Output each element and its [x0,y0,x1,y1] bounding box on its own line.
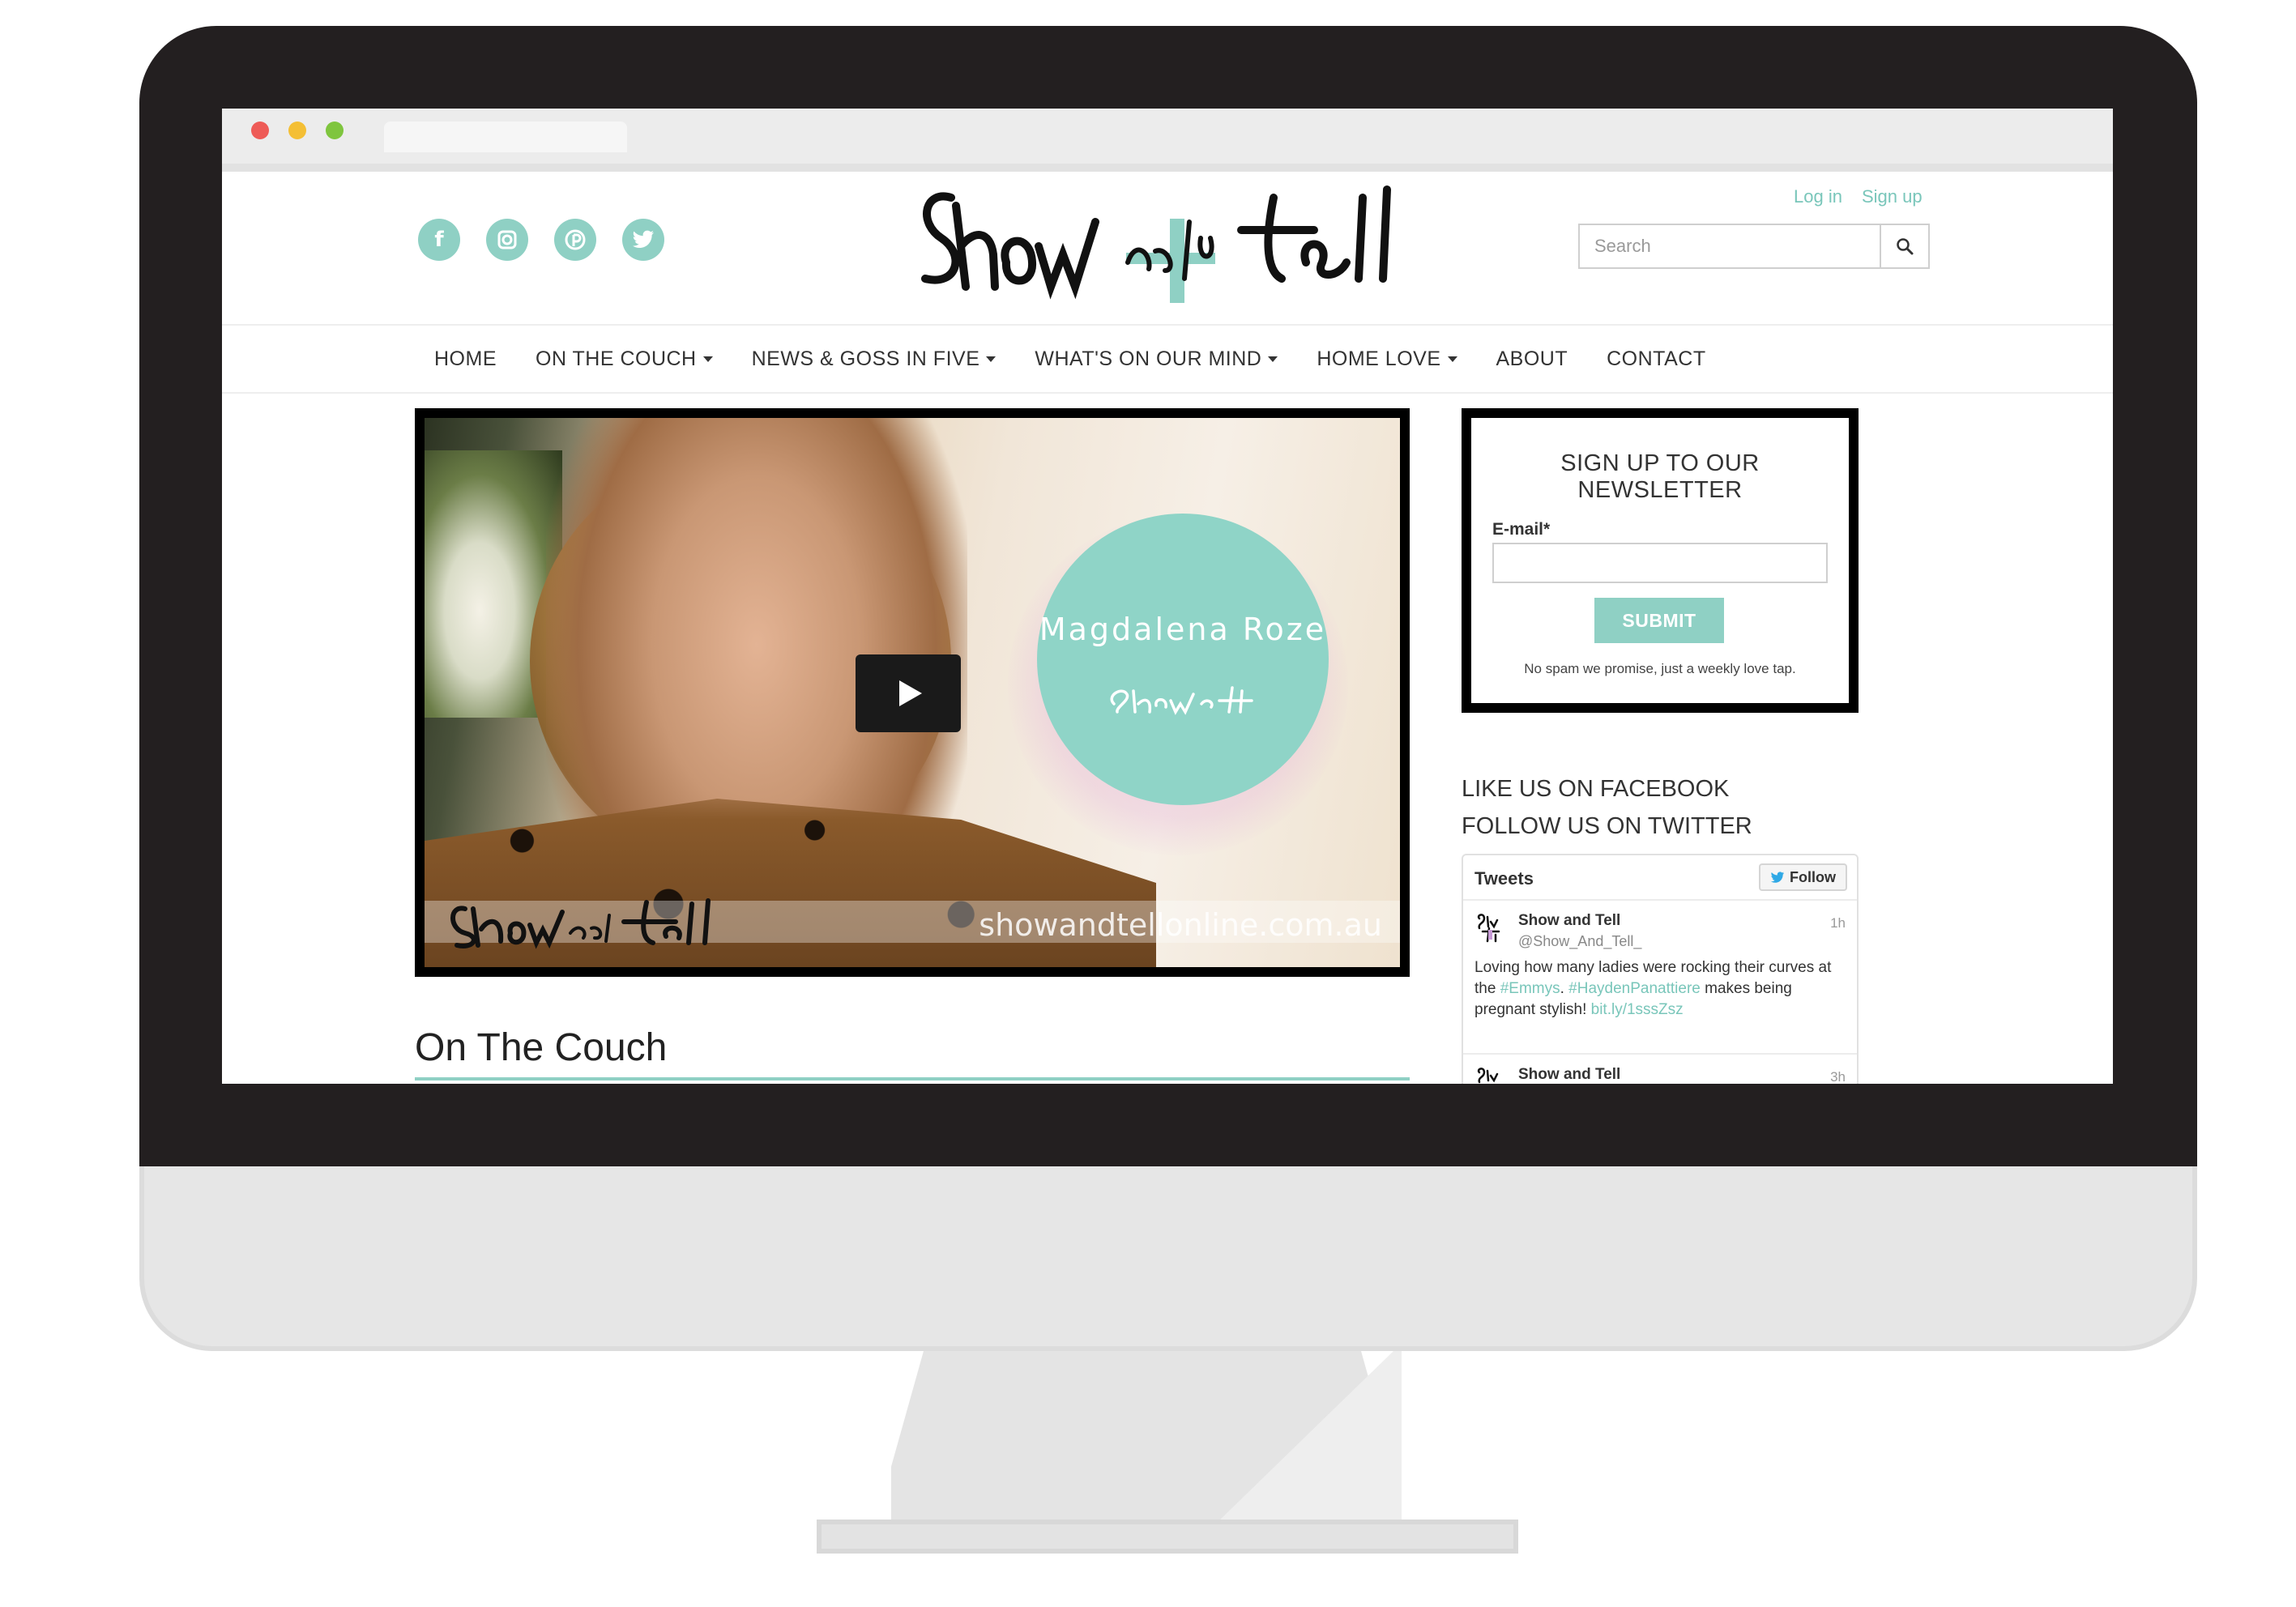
email-field[interactable] [1492,543,1828,583]
signup-link[interactable]: Sign up [1862,186,1923,207]
twitter-widget: Tweets Follow Show and Tell @Show_And_Te… [1462,854,1859,1084]
video-watermark-logo [450,898,711,949]
twitter-widget-title: Tweets [1474,868,1534,889]
tweet-handle[interactable]: @Show_And_Tell_ [1518,933,1641,950]
guest-badge: Magdalena Roze [1037,514,1329,805]
newsletter-title-line1: SIGN UP TO OUR [1560,450,1760,476]
nav-item-label: ABOUT [1496,347,1568,370]
twitter-bird-glyph [633,230,654,248]
nav-list: HOME ON THE COUCH NEWS & GOSS IN FIVE WH… [434,326,1706,392]
newsletter-title-line2: NEWSLETTER [1577,477,1743,503]
hashtag-link[interactable]: #HaydenPanattiere [1568,980,1701,997]
nav-item-label: WHAT'S ON OUR MIND [1035,347,1262,370]
monitor-base [817,1520,1518,1554]
nav-item-news-goss[interactable]: NEWS & GOSS IN FIVE [752,347,996,371]
tweet-item[interactable]: Show and Tell @Show_And_Tell_ 1h Loving … [1463,901,1857,1055]
play-icon [899,680,922,706]
newsletter-note: No spam we promise, just a weekly love t… [1524,661,1796,676]
nav-item-home-love[interactable]: HOME LOVE [1317,347,1457,371]
play-button[interactable] [856,654,961,732]
pinterest-icon[interactable] [554,219,596,261]
instagram-glyph [497,230,517,249]
twitter-icon[interactable] [622,219,664,261]
tweet-time[interactable]: 1h [1830,915,1846,931]
search-icon [1897,238,1914,255]
maximize-window-button[interactable] [326,121,344,139]
tweet-author[interactable]: Show and Tell [1518,1066,1620,1084]
search-input[interactable] [1580,225,1880,267]
pinterest-glyph [565,229,586,250]
nav-item-label: NEWS & GOSS IN FIVE [751,347,980,370]
avatar [1477,1068,1499,1084]
submit-button[interactable]: SUBMIT [1594,598,1724,643]
minimize-window-button[interactable] [288,121,306,139]
close-window-button[interactable] [251,121,269,139]
section-divider [415,1077,1410,1081]
browser-tab[interactable] [384,121,627,152]
chevron-down-icon [1447,356,1457,362]
nav-item-whats-on-our-mind[interactable]: WHAT'S ON OUR MIND [1035,347,1278,371]
tweet-item[interactable]: Show and Tell 3h [1463,1055,1857,1084]
screen: f Log in Sign up Search HOME ON THE COUC… [222,109,2113,1084]
video-thumbnail: Magdalena Roze showandtellonline.com.au [425,418,1400,967]
monitor-chin [139,1166,2197,1351]
nav-item-on-the-couch[interactable]: ON THE COUCH [536,347,713,371]
avatar [1477,914,1500,943]
tweet-time[interactable]: 3h [1830,1069,1846,1084]
twitter-follow-label: Follow [1790,868,1836,885]
tweet-text-part: . [1560,980,1569,997]
email-label: E-mail* [1492,520,1551,539]
guest-name: Magdalena Roze [1039,612,1327,647]
search-button[interactable] [1880,225,1928,267]
badge-logo [1110,686,1253,715]
browser-toolbar [222,109,2113,172]
chevron-down-icon [1268,356,1278,362]
newsletter-title: SIGN UP TO OUR NEWSLETTER [1471,450,1849,504]
newsletter-signup: SIGN UP TO OUR NEWSLETTER E-mail* SUBMIT… [1462,408,1859,713]
tweet-author[interactable]: Show and Tell [1518,912,1620,930]
nav-item-label: ON THE COUCH [536,347,697,370]
nav-item-about[interactable]: ABOUT [1496,347,1568,371]
twitter-widget-header: Tweets Follow [1463,855,1857,901]
site-logo[interactable] [909,173,1428,303]
hashtag-link[interactable]: #Emmys [1500,980,1560,997]
section-title: On The Couch [415,1026,668,1070]
nav-item-label: HOME LOVE [1317,347,1441,370]
nav-item-home[interactable]: HOME [434,347,497,371]
follow-twitter-heading[interactable]: FOLLOW US ON TWITTER [1462,813,1752,840]
like-facebook-heading[interactable]: LIKE US ON FACEBOOK [1462,776,1729,803]
twitter-follow-button[interactable]: Follow [1759,863,1847,891]
instagram-icon[interactable] [486,219,528,261]
video-player[interactable]: Magdalena Roze showandtellonline.com.au [415,408,1410,977]
main-nav: HOME ON THE COUCH NEWS & GOSS IN FIVE WH… [222,324,2113,394]
nav-item-label: CONTACT [1607,347,1706,370]
social-links: f [418,219,664,261]
twitter-bird-icon [1770,871,1785,883]
auth-links: Log in Sign up [1794,186,1923,207]
chevron-down-icon [702,356,713,362]
chevron-down-icon [986,356,996,362]
video-watermark-url: showandtellonline.com.au [979,907,1382,943]
tweet-text: Loving how many ladies were rocking thei… [1474,957,1847,1021]
tweet-url-link[interactable]: bit.ly/1sssZsz [1591,1001,1684,1018]
nav-item-contact[interactable]: CONTACT [1607,347,1705,371]
search-form [1578,224,1930,269]
login-link[interactable]: Log in [1794,186,1842,207]
nav-item-label: HOME [434,347,497,370]
facebook-icon[interactable]: f [418,219,460,261]
